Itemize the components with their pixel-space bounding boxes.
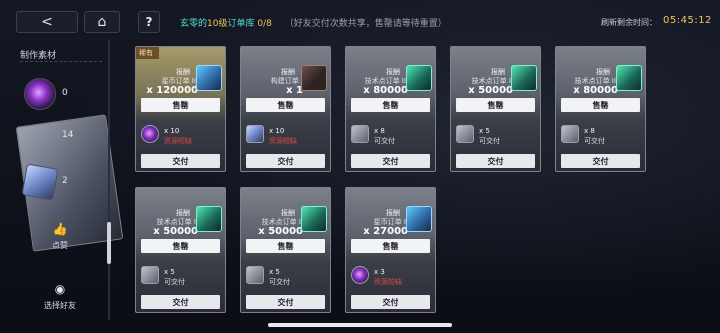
material-item[interactable]: 2 — [20, 163, 100, 204]
deliver-button[interactable]: 交付 — [141, 154, 220, 168]
cost-material-icon — [456, 125, 474, 143]
sold-out-label: 售罄 — [561, 98, 640, 112]
deliver-button[interactable]: 交付 — [561, 154, 640, 168]
library-level: 10级 — [207, 19, 228, 29]
crystal-cube-icon — [21, 163, 59, 201]
cost-quantity: x 5 — [269, 268, 280, 276]
material-count: 0 — [62, 88, 68, 98]
sold-out-label: 售罄 — [141, 98, 220, 112]
reward-item-icon — [301, 65, 327, 91]
sidebar-scrollbar-thumb[interactable] — [107, 222, 111, 264]
share-note: （好友交付次数共享，售罄请等待重置） — [284, 19, 447, 29]
reward-amount: x 1 — [286, 85, 303, 96]
select-friend-button[interactable]: ◉ 选择好友 — [20, 282, 100, 311]
deliver-button[interactable]: 交付 — [246, 295, 325, 309]
reward-amount: x 50000 — [468, 85, 513, 96]
cost-material-icon — [141, 266, 159, 284]
cost-material-icon — [246, 266, 264, 284]
cost-material-icon — [351, 125, 369, 143]
materials-header: 制作素材 — [20, 48, 102, 62]
reward-amount: x 50000 — [258, 226, 303, 237]
sold-out-label: 售罄 — [351, 98, 430, 112]
home-icon: ⌂ — [97, 14, 107, 30]
order-card[interactable]: 稀有 报酬 星币订单 III x 120000 售罄 x 10 资源短缺 交付 — [135, 46, 226, 172]
sold-out-label: 售罄 — [141, 239, 220, 253]
order-card[interactable]: 报酬 星币订单 II x 27000 售罄 x 3 资源短缺 交付 — [345, 187, 436, 313]
reward-amount: x 80000 — [363, 85, 408, 96]
owner-name: 玄零的 — [180, 19, 208, 29]
material-item[interactable]: 14 — [15, 114, 124, 252]
material-count: 14 — [62, 130, 74, 140]
cost-status: 可交付 — [584, 137, 605, 145]
cost-status: 可交付 — [164, 278, 185, 286]
cost-status: 资源短缺 — [374, 278, 402, 286]
order-card[interactable]: 报酬 技术点订单 II x 50000 售罄 x 5 可交付 交付 — [450, 46, 541, 172]
help-button[interactable]: ? — [138, 11, 160, 33]
cost-quantity: x 8 — [374, 127, 385, 135]
reward-item-icon — [406, 206, 432, 232]
cost-quantity: x 8 — [584, 127, 595, 135]
deliver-button[interactable]: 交付 — [351, 295, 430, 309]
reward-item-icon — [196, 206, 222, 232]
order-card[interactable]: 报酬 技术点订单 III x 80000 售罄 x 8 可交付 交付 — [555, 46, 646, 172]
friend-select-icon: ◉ — [54, 282, 66, 296]
order-card[interactable]: 报酬 技术点订单 III x 80000 售罄 x 8 可交付 交付 — [345, 46, 436, 172]
help-icon: ? — [145, 15, 153, 29]
cost-material-icon — [141, 125, 159, 143]
order-card[interactable]: 报酬 技术点订单 II x 50000 售罄 x 5 可交付 交付 — [240, 187, 331, 313]
back-button[interactable]: < — [16, 11, 78, 33]
sold-out-label: 售罄 — [456, 98, 535, 112]
material-count: 2 — [62, 176, 68, 186]
cost-quantity: x 10 — [269, 127, 285, 135]
deliver-button[interactable]: 交付 — [141, 295, 220, 309]
sold-out-label: 售罄 — [246, 98, 325, 112]
reward-amount: x 27000 — [363, 226, 408, 237]
sidebar: 制作素材 0 14 2 👍 点赞 ◉ 选择好友 — [0, 44, 124, 333]
library-suffix: 订单库 — [227, 19, 255, 29]
select-friend-label: 选择好友 — [44, 301, 76, 310]
cost-quantity: x 5 — [479, 127, 490, 135]
cost-status: 可交付 — [479, 137, 500, 145]
order-card[interactable]: 报酬 构建订单 Ix 1 售罄 x 10 资源短缺 交付 — [240, 46, 331, 172]
sidebar-scrollbar-track[interactable] — [108, 40, 110, 320]
home-indicator[interactable] — [268, 323, 452, 327]
reward-item-icon — [196, 65, 222, 91]
deliver-button[interactable]: 交付 — [246, 154, 325, 168]
cost-material-icon — [561, 125, 579, 143]
reward-amount: x 120000 — [146, 85, 198, 96]
like-label: 点赞 — [52, 241, 68, 250]
cost-status: 可交付 — [269, 278, 290, 286]
back-icon: < — [41, 14, 53, 30]
order-count: 0/8 — [257, 19, 272, 29]
cost-quantity: x 3 — [374, 268, 385, 276]
reward-item-icon — [406, 65, 432, 91]
deliver-button[interactable]: 交付 — [351, 154, 430, 168]
like-button[interactable]: 👍 点赞 — [20, 222, 100, 251]
refresh-label: 刷新剩余时间： — [601, 18, 657, 27]
reward-item-icon — [511, 65, 537, 91]
reward-item-icon — [616, 65, 642, 91]
reward-amount: x 50000 — [153, 226, 198, 237]
cost-status: 可交付 — [374, 137, 395, 145]
thumbs-up-icon: 👍 — [52, 222, 68, 236]
order-library-title: 玄零的10级订单库 0/8 （好友交付次数共享，售罄请等待重置） — [180, 16, 447, 29]
material-item[interactable]: 0 — [20, 78, 100, 116]
cost-status: 资源短缺 — [269, 137, 297, 145]
purple-orb-icon — [24, 78, 56, 110]
cost-material-icon — [351, 266, 369, 284]
order-card[interactable]: 报酬 技术点订单 II x 50000 售罄 x 5 可交付 交付 — [135, 187, 226, 313]
refresh-timer: 05:45:12 — [663, 15, 712, 26]
reward-item-icon — [301, 206, 327, 232]
sold-out-label: 售罄 — [246, 239, 325, 253]
deliver-button[interactable]: 交付 — [456, 154, 535, 168]
cost-status: 资源短缺 — [164, 137, 192, 145]
top-bar: < ⌂ ? 玄零的10级订单库 0/8 （好友交付次数共享，售罄请等待重置） 刷… — [0, 0, 720, 44]
home-button[interactable]: ⌂ — [84, 11, 120, 33]
reward-amount: x 80000 — [573, 85, 618, 96]
rarity-tag: 稀有 — [136, 47, 159, 59]
sold-out-label: 售罄 — [351, 239, 430, 253]
cost-quantity: x 5 — [164, 268, 175, 276]
cost-material-icon — [246, 125, 264, 143]
cost-quantity: x 10 — [164, 127, 180, 135]
